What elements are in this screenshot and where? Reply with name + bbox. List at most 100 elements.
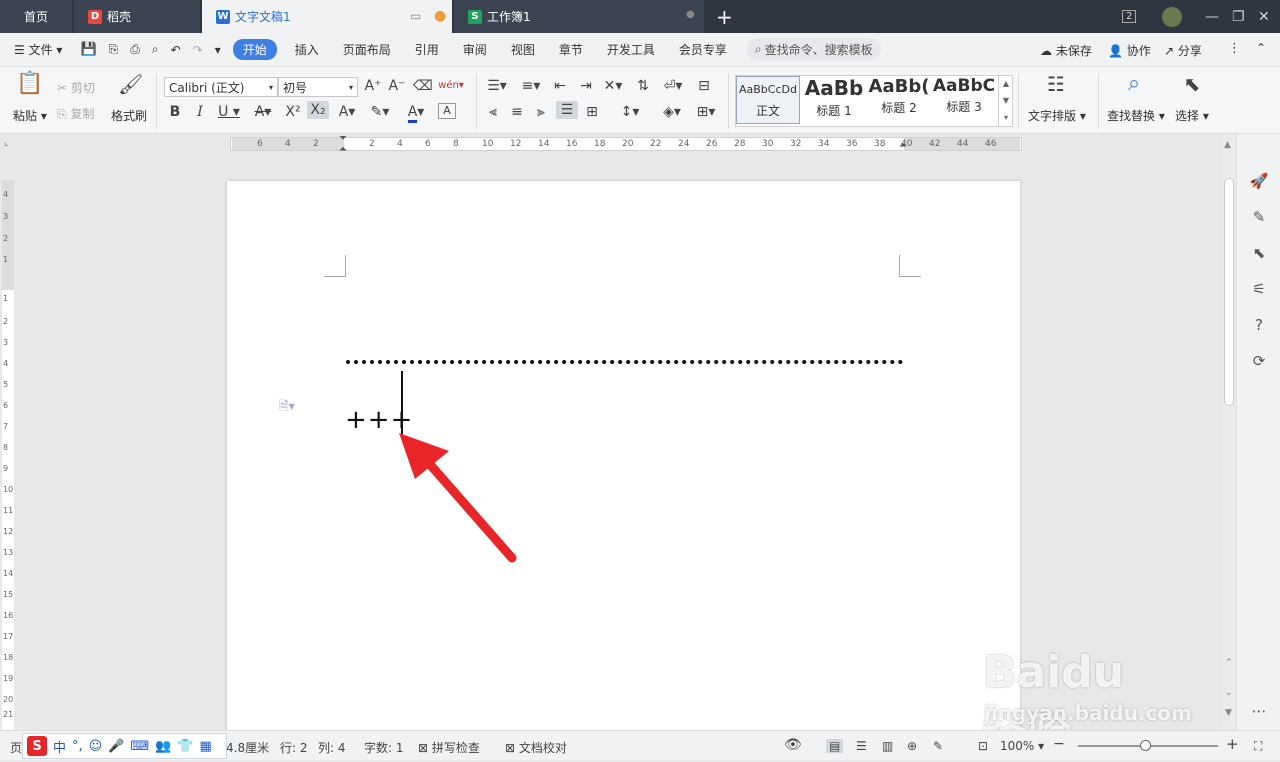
toolbox-icon[interactable]: ▦: [200, 739, 212, 754]
word-count[interactable]: 字数: 1: [364, 739, 404, 756]
preview-icon[interactable]: ⌕: [146, 42, 165, 57]
pen-icon[interactable]: ✎: [1249, 208, 1269, 228]
menu-member[interactable]: 会员专享: [667, 41, 739, 58]
style-heading-1[interactable]: AaBb 标题 1: [802, 76, 866, 124]
screen-icon[interactable]: ▭: [410, 9, 421, 23]
vertical-ruler[interactable]: 4 3 2 1 1 2 3 4 5 6 7 8 9 10 11 12 13 14 15 16 17 18 19 20 21: [0, 154, 16, 730]
menu-view[interactable]: 视图: [499, 41, 547, 58]
sogou-logo-icon[interactable]: S: [27, 736, 47, 756]
ime-mode[interactable]: 中: [53, 737, 66, 756]
line-spacing-icon[interactable]: ↕▾: [615, 103, 645, 121]
horizontal-ruler[interactable]: ⌞ 6 4 2 2 4 6 8 10 12 14 16 18 20 22 24 26 28 30 32 34 36 38 4…: [0, 133, 1222, 155]
select-cursor-icon[interactable]: ⬉: [1178, 74, 1206, 94]
sliders-icon[interactable]: ⚟: [1249, 280, 1269, 300]
fit-page-icon[interactable]: ⊡: [978, 739, 988, 753]
strikethrough-icon[interactable]: A▾: [250, 103, 276, 121]
numbered-list-icon[interactable]: ≡▾: [518, 77, 544, 95]
tab-docer[interactable]: D 稻壳: [74, 0, 200, 33]
justify-icon[interactable]: ☰: [556, 101, 578, 119]
borders-icon[interactable]: ⊞▾: [692, 103, 720, 121]
tab-document[interactable]: W 文字文稿1 ▭ ●: [202, 0, 452, 33]
cut-button[interactable]: ✂ 剪切: [57, 79, 95, 96]
text-effect-icon[interactable]: A▾: [334, 103, 360, 121]
scroll-down-page-icon[interactable]: ⌄: [1225, 688, 1233, 698]
format-painter-icon[interactable]: 🖌: [118, 74, 143, 94]
align-center-icon[interactable]: ≡: [508, 103, 526, 121]
page-indicator[interactable]: 页: [10, 739, 22, 756]
scroll-down-icon[interactable]: ▼: [1225, 708, 1232, 718]
user-avatar[interactable]: [1162, 0, 1182, 33]
skin-icon[interactable]: 👕: [177, 739, 193, 754]
tab-selector-icon[interactable]: ⌞: [4, 138, 8, 148]
increase-indent-icon[interactable]: ⇥: [576, 77, 596, 95]
decrease-indent-icon[interactable]: ⇤: [550, 77, 570, 95]
sort-icon[interactable]: ⇅: [633, 77, 653, 95]
reading-view-icon[interactable]: ▥: [882, 739, 893, 753]
save-icon[interactable]: 💾: [74, 42, 102, 57]
scroll-thumb[interactable]: [1224, 178, 1234, 406]
style-heading-2[interactable]: AaBb( 标题 2: [867, 76, 931, 124]
print-icon[interactable]: ⎙: [124, 42, 146, 57]
shrink-font-icon[interactable]: A⁻: [388, 77, 406, 95]
format-painter-button[interactable]: 格式刷: [111, 107, 147, 124]
write-view-icon[interactable]: ✎: [933, 739, 943, 753]
unsaved-status[interactable]: ☁ 未保存: [1040, 42, 1092, 59]
menu-review[interactable]: 审阅: [451, 41, 499, 58]
superscript-icon[interactable]: X²: [282, 103, 304, 121]
restore-icon[interactable]: ❐: [1232, 0, 1245, 33]
right-indent-marker-icon[interactable]: ⏶: [899, 140, 907, 151]
more-icon[interactable]: ▾: [209, 43, 227, 57]
tab-home[interactable]: 首页: [0, 0, 72, 33]
left-indent-marker-icon[interactable]: ⏶: [339, 144, 347, 155]
style-normal[interactable]: AaBbCcDd 正文: [736, 76, 800, 124]
eye-protect-icon[interactable]: 👁: [784, 737, 802, 753]
text-layout-icon[interactable]: ☷: [1042, 74, 1070, 94]
undo-icon[interactable]: ↶: [165, 43, 187, 57]
menu-developer[interactable]: 开发工具: [595, 41, 667, 58]
rocket-icon[interactable]: 🚀: [1249, 172, 1269, 192]
underline-icon[interactable]: U ▾: [214, 103, 244, 121]
punctuation-icon[interactable]: °,: [72, 739, 83, 754]
tab-workbook[interactable]: S 工作簿1 ●: [454, 0, 704, 33]
align-left-icon[interactable]: ⫷: [484, 103, 502, 121]
style-heading-3[interactable]: AaBbC 标题 3: [932, 76, 996, 124]
zoom-in-icon[interactable]: +: [1226, 735, 1239, 753]
clear-format-icon[interactable]: ⌫: [413, 77, 433, 95]
command-search[interactable]: ⌕ 查找命令、搜索模板: [746, 38, 881, 61]
paste-button[interactable]: 粘贴 ▾: [13, 107, 47, 124]
menu-page-layout[interactable]: 页面布局: [331, 41, 403, 58]
window-count[interactable]: 2: [1122, 0, 1137, 33]
more-dots-icon[interactable]: ⋯: [1249, 702, 1269, 722]
share-button[interactable]: ↗ 分享: [1164, 42, 1202, 59]
paragraph-options-icon[interactable]: 🗎▾: [279, 397, 295, 418]
shading-icon[interactable]: ◈▾: [658, 103, 686, 121]
format-icon[interactable]: ⎘: [103, 42, 125, 57]
help-icon[interactable]: ?: [1249, 316, 1269, 336]
style-gallery-scroll[interactable]: ▲ ▼ ▾: [998, 75, 1013, 127]
menu-references[interactable]: 引用: [403, 41, 451, 58]
subscript-icon[interactable]: X₂: [307, 101, 329, 119]
select-button[interactable]: 选择 ▾: [1175, 107, 1209, 124]
font-name-select[interactable]: Calibri (正文) ▾: [164, 77, 278, 97]
fullscreen-icon[interactable]: ⛶: [1254, 739, 1262, 754]
paste-icon[interactable]: 📋: [16, 73, 43, 95]
menu-more-icon[interactable]: ⋮: [1228, 41, 1241, 56]
menu-home[interactable]: 开始: [232, 39, 277, 60]
zoom-slider-thumb[interactable]: [1140, 740, 1151, 751]
zoom-select[interactable]: 100% ▾: [1000, 739, 1044, 753]
emoji-icon[interactable]: ☺: [89, 739, 103, 754]
document-page[interactable]: 🗎▾ +++ Baidu经验 jingyan.baidu.com: [227, 181, 1192, 760]
char-border-icon[interactable]: A: [438, 103, 456, 119]
redo-icon[interactable]: ↷: [187, 43, 209, 57]
spell-check-button[interactable]: ⊠ 拼写检查: [418, 739, 480, 756]
menu-file[interactable]: ☰ 文件 ▾: [0, 41, 74, 58]
menu-chapter[interactable]: 章节: [547, 41, 595, 58]
copy-button[interactable]: ⎘ 复制: [57, 105, 94, 122]
bold-icon[interactable]: B: [166, 103, 184, 121]
grow-font-icon[interactable]: A⁺: [364, 77, 382, 95]
menu-insert[interactable]: 插入: [283, 41, 331, 58]
scroll-up-page-icon[interactable]: ⌃: [1225, 658, 1233, 668]
page-view-icon[interactable]: ▤: [826, 739, 844, 753]
font-color-icon[interactable]: A▾: [402, 103, 430, 123]
chinese-layout-icon[interactable]: ✕▾: [600, 77, 626, 95]
